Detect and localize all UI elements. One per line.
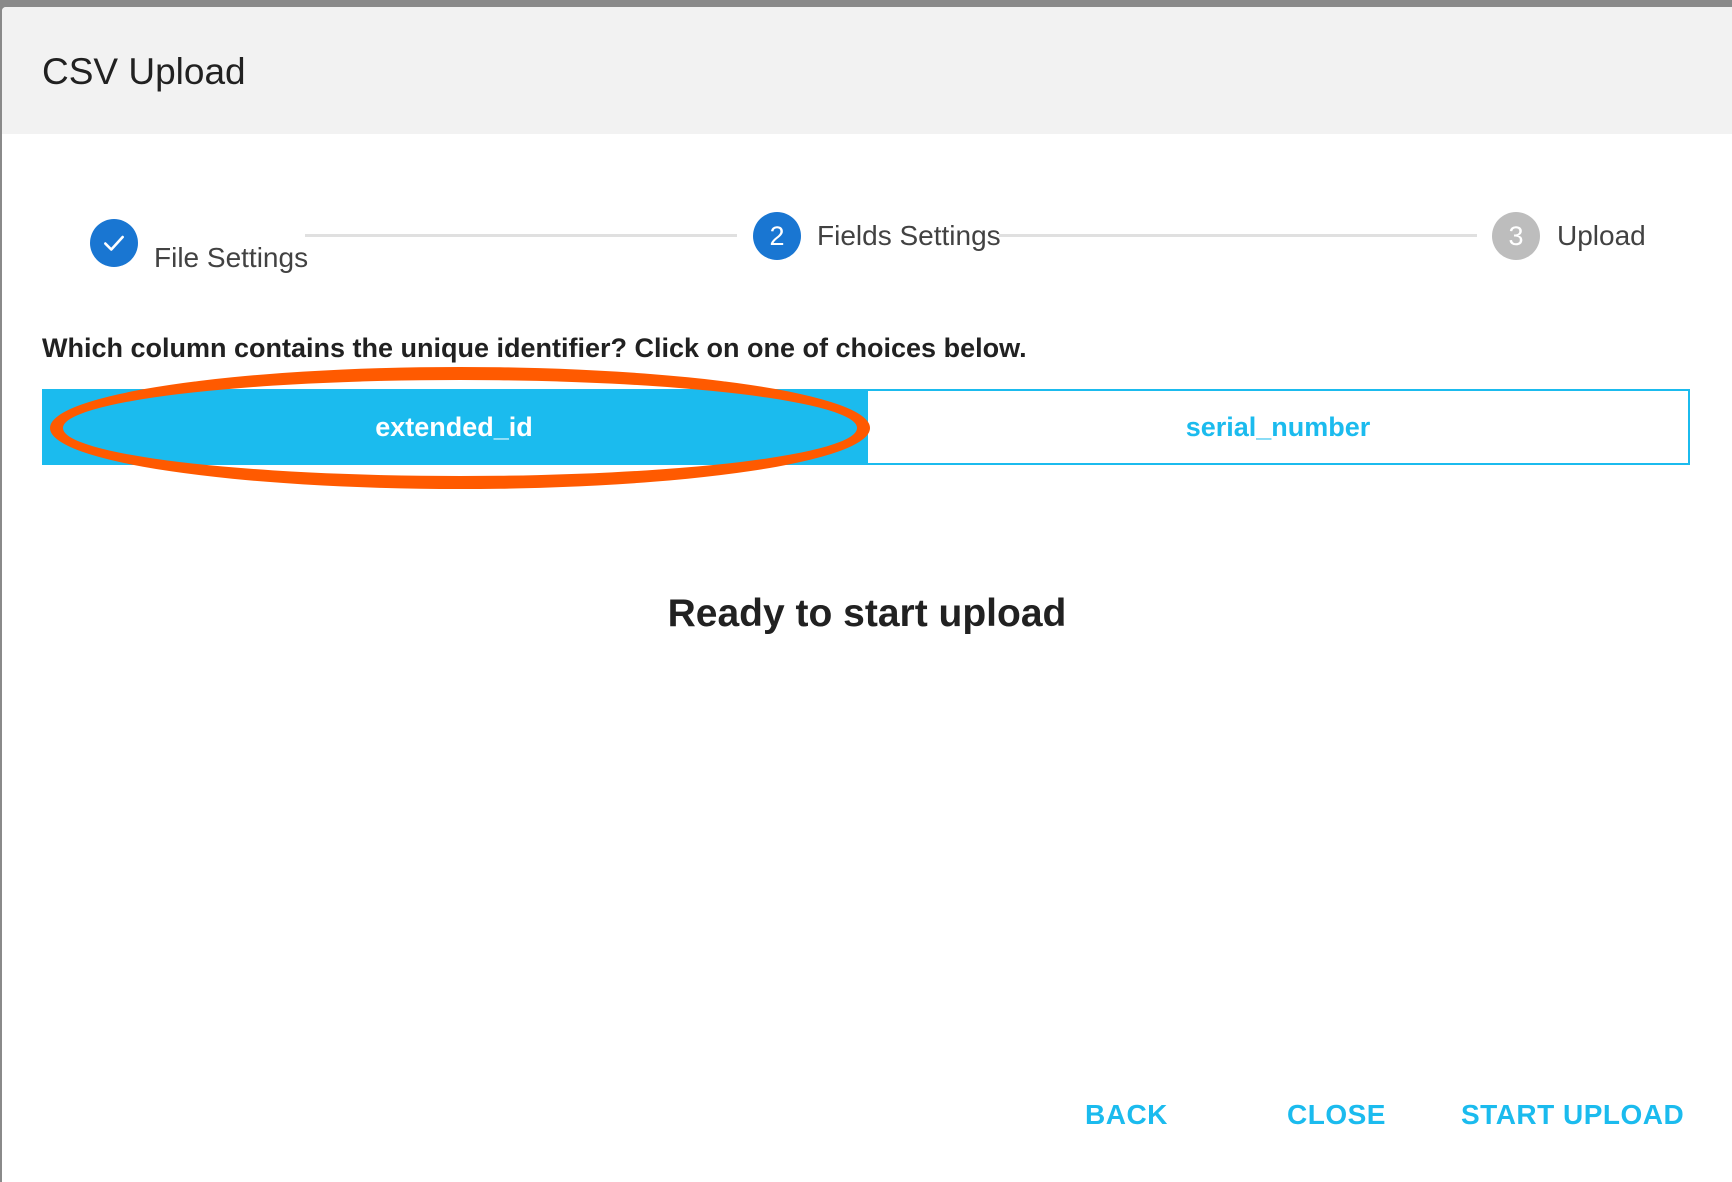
step-label: Fields Settings — [817, 220, 1001, 251]
start-upload-button[interactable]: START UPLOAD — [1461, 1099, 1684, 1131]
step-number-badge: 3 — [1492, 212, 1540, 260]
step-number-badge: 2 — [753, 212, 801, 260]
identifier-question: Which column contains the unique identif… — [42, 333, 1027, 363]
upload-status: Ready to start upload — [667, 592, 1067, 635]
identifier-choices: extended_id serial_number — [42, 389, 1690, 465]
step-file-settings[interactable]: File Settings — [90, 212, 308, 274]
dialog-title: CSV Upload — [42, 51, 246, 92]
step-upload[interactable]: 3 Upload — [1492, 212, 1646, 260]
choice-serial-number[interactable]: serial_number — [866, 389, 1690, 465]
csv-upload-dialog: CSV Upload File Settings 2 Fields Settin… — [2, 7, 1732, 1182]
step-fields-settings[interactable]: 2 Fields Settings — [753, 212, 1001, 260]
dialog-header: CSV Upload — [2, 7, 1732, 134]
close-button[interactable]: CLOSE — [1287, 1099, 1386, 1131]
back-button[interactable]: BACK — [1085, 1099, 1168, 1131]
choice-extended-id[interactable]: extended_id — [42, 389, 866, 465]
step-connector-2 — [999, 234, 1477, 237]
step-connector-1 — [305, 234, 737, 237]
checkmark-icon — [90, 219, 138, 267]
step-label: File Settings — [154, 242, 309, 273]
step-label: Upload — [1557, 220, 1646, 251]
